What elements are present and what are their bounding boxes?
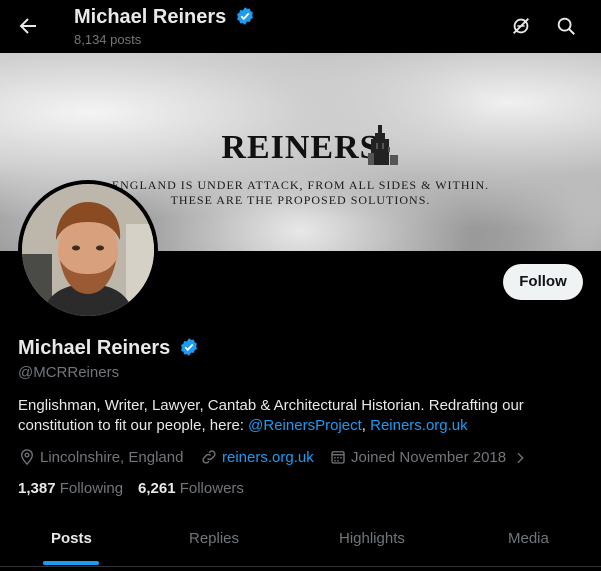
profile-joined[interactable]: Joined November 2018 xyxy=(329,448,532,466)
tab-replies[interactable]: Replies xyxy=(189,530,239,547)
joined-text: Joined November 2018 xyxy=(351,449,507,466)
cathedral-icon xyxy=(368,125,398,165)
chevron-right-icon xyxy=(517,452,524,464)
avatar[interactable] xyxy=(18,180,158,320)
bio-mention-link[interactable]: @ReinersProject xyxy=(248,417,362,434)
search-icon[interactable] xyxy=(555,15,577,37)
verified-badge-icon[interactable] xyxy=(235,6,255,26)
banner-title: REINERS xyxy=(221,129,380,166)
location-icon xyxy=(21,449,33,466)
bio-website-link[interactable]: Reiners.org.uk xyxy=(370,417,468,434)
header-name-text: Michael Reiners xyxy=(74,6,227,28)
tab-highlights[interactable]: Highlights xyxy=(339,530,405,547)
calendar-icon xyxy=(331,451,345,464)
posts-count: 8,134 posts xyxy=(74,32,142,47)
follow-button[interactable]: Follow xyxy=(503,264,583,300)
followers-link[interactable]: 6,261 Followers xyxy=(138,480,244,497)
following-label: Following xyxy=(59,480,124,497)
tabs-divider xyxy=(0,566,601,567)
top-bar: Michael Reiners 8,134 posts xyxy=(0,0,601,53)
followers-count: 6,261 xyxy=(138,480,176,497)
profile-name-text: Michael Reiners xyxy=(18,337,171,359)
followers-label: Followers xyxy=(179,480,244,497)
active-tab-indicator xyxy=(43,561,99,565)
tab-posts[interactable]: Posts xyxy=(51,530,92,547)
avatar-photo xyxy=(22,184,154,316)
profile-name: Michael Reiners xyxy=(18,337,199,360)
bio-separator: , xyxy=(361,417,371,434)
profile-bio: Englishman, Writer, Lawyer, Cantab & Arc… xyxy=(18,396,578,436)
tab-media[interactable]: Media xyxy=(508,530,549,547)
website-link[interactable]: reiners.org.uk xyxy=(222,449,314,466)
header-name: Michael Reiners xyxy=(74,6,255,29)
link-icon xyxy=(202,450,216,464)
hide-reposts-icon[interactable] xyxy=(510,15,532,37)
following-link[interactable]: 1,387 Following xyxy=(18,480,123,497)
verified-badge-icon[interactable] xyxy=(179,337,199,357)
following-count: 1,387 xyxy=(18,480,56,497)
back-arrow-icon[interactable] xyxy=(16,14,40,38)
location-text: Lincolnshire, England xyxy=(40,449,184,466)
profile-website: reiners.org.uk xyxy=(200,448,314,466)
profile-handle: @MCRReiners xyxy=(18,364,120,381)
profile-location: Lincolnshire, England xyxy=(18,448,183,466)
